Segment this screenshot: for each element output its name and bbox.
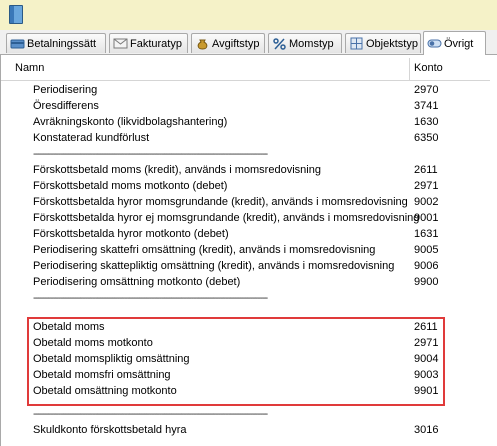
row-name: Periodisering skattepliktig omsättning (…	[33, 260, 395, 272]
table-row[interactable]: Skuldkonto förskottsbetald hyra 3016	[1, 422, 497, 438]
table-row[interactable]: Öresdifferens 3741	[1, 98, 497, 114]
tab-betalningssatt[interactable]: Betalningssätt	[6, 33, 106, 53]
table-row[interactable]: Periodisering skattefri omsättning (kred…	[1, 242, 497, 258]
column-header-namn[interactable]: Namn	[15, 62, 44, 74]
row-name: Periodisering	[33, 84, 98, 96]
envelope-icon	[113, 37, 128, 50]
row-name: Förskottsbetald moms motkonto (debet)	[33, 180, 228, 192]
row-konto: 9002	[414, 196, 439, 208]
row-name: Förskottsbetalda hyror momsgrundande (kr…	[33, 196, 408, 208]
tab-label: Övrigt	[444, 37, 474, 50]
column-header-konto[interactable]: Konto	[414, 62, 443, 74]
row-name: ----------------------------------------…	[33, 292, 268, 304]
row-konto: 9006	[414, 260, 439, 272]
settings-panel: Namn Konto Periodisering 2970 Öresdiffere…	[0, 55, 497, 446]
row-konto: 1630	[414, 116, 439, 128]
object-grid-icon	[349, 37, 364, 50]
tab-avgiftstyp[interactable]: Avgiftstyp	[191, 33, 265, 53]
row-name: Avräkningskonto (likvidbolagshantering)	[33, 116, 228, 128]
money-bag-icon	[195, 37, 210, 50]
row-name: Periodisering skattefri omsättning (kred…	[33, 244, 376, 256]
tab-label: Objektstyp	[366, 37, 418, 50]
tab-momstyp[interactable]: Momstyp	[268, 33, 342, 53]
book-icon	[9, 5, 23, 24]
table-row[interactable]: Förskottsbetalda hyror momsgrundande (kr…	[1, 194, 497, 210]
table-row[interactable]: Periodisering omsättning motkonto (debet…	[1, 274, 497, 290]
row-name: Konstaterad kundförlust	[33, 132, 150, 144]
tab-fakturatyp[interactable]: Fakturatyp	[109, 33, 188, 53]
row-konto: 9005	[414, 244, 439, 256]
row-konto: 2611	[414, 164, 438, 176]
payment-card-icon	[10, 37, 25, 50]
table-row[interactable]: Förskottsbetalda hyror ej momsgrundande …	[1, 210, 497, 226]
tab-label: Momstyp	[289, 37, 334, 50]
row-name: ----------------------------------------…	[33, 148, 268, 160]
row-konto: 6350	[414, 132, 439, 144]
percent-icon	[272, 37, 287, 50]
title-bar	[0, 0, 497, 30]
row-name: Förskottsbetalda hyror motkonto (debet)	[33, 228, 229, 240]
tab-objektstyp[interactable]: Objektstyp	[345, 33, 421, 53]
row-name: Förskottsbetald moms (kredit), används i…	[33, 164, 321, 176]
tab-label: Avgiftstyp	[212, 37, 260, 50]
tab-label: Betalningssätt	[27, 37, 97, 50]
row-konto: 2971	[414, 180, 439, 192]
table-row[interactable]: Förskottsbetalda hyror motkonto (debet) 1…	[1, 226, 497, 242]
scrollbar-track[interactable]	[490, 55, 497, 446]
row-konto: 9001	[414, 212, 439, 224]
row-name: Skuldkonto förskottsbetald hyra	[33, 424, 187, 436]
tab-strip: Betalningssätt Fakturatyp Avgiftstyp Mom…	[0, 30, 497, 55]
column-divider[interactable]	[409, 58, 410, 80]
row-name: Periodisering omsättning motkonto (debet…	[33, 276, 241, 288]
tab-ovrigt[interactable]: Övrigt	[423, 31, 486, 55]
row-konto: 3741	[414, 100, 439, 112]
highlight-box	[27, 317, 445, 406]
row-konto: 9900	[414, 276, 439, 288]
row-konto: 1631	[414, 228, 439, 240]
separator-row[interactable]: ----------------------------------------…	[1, 146, 497, 162]
table-row[interactable]: Avräkningskonto (likvidbolagshantering) 1…	[1, 114, 497, 130]
toggle-icon	[427, 37, 442, 50]
table-row[interactable]: Förskottsbetald moms (kredit), används i…	[1, 162, 497, 178]
separator-row[interactable]: ----------------------------------------…	[1, 406, 497, 422]
row-name: Öresdifferens	[33, 100, 99, 112]
table-header: Namn Konto	[1, 58, 497, 81]
table-row[interactable]: Periodisering skattepliktig omsättning (…	[1, 258, 497, 274]
row-konto: 3016	[414, 424, 439, 436]
row-name: Förskottsbetalda hyror ej momsgrundande …	[33, 212, 420, 224]
table-row[interactable]: Förskottsbetald moms motkonto (debet) 297…	[1, 178, 497, 194]
row-konto: 2970	[414, 84, 439, 96]
table-row[interactable]: Periodisering 2970	[1, 82, 497, 98]
tab-label: Fakturatyp	[130, 37, 182, 50]
separator-row[interactable]: ----------------------------------------…	[1, 290, 497, 306]
table-row[interactable]: Konstaterad kundförlust 6350	[1, 130, 497, 146]
row-name: ----------------------------------------…	[33, 408, 268, 420]
